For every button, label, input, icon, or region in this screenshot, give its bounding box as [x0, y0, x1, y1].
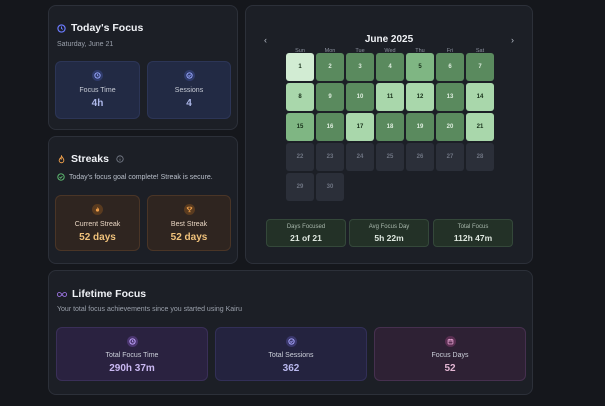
current-streak-label: Current Streak — [74, 221, 121, 228]
focus-days-tile: Focus Days 52 — [374, 327, 526, 381]
info-icon[interactable] — [116, 155, 124, 163]
best-streak-label: Best Streak — [170, 221, 208, 228]
infinity-icon — [57, 291, 67, 297]
calendar-day[interactable]: 9 — [316, 83, 344, 111]
prev-month-button[interactable]: ‹ — [264, 35, 267, 45]
calendar-stat-label: Total Focus — [457, 223, 489, 230]
focus-time-value: 4h — [91, 98, 104, 109]
sessions-value: 4 — [186, 98, 192, 109]
calendar-icon — [444, 336, 456, 347]
calendar-day[interactable]: 26 — [406, 143, 434, 171]
calendar-day[interactable]: 15 — [286, 113, 314, 141]
streaks-title: Streaks — [57, 153, 124, 165]
calendar-stat: Avg Focus Day 5h 22m — [349, 219, 429, 247]
todays-focus-heading: Today's Focus — [71, 22, 144, 34]
total-focus-time-tile: Total Focus Time 290h 37m — [56, 327, 208, 381]
calendar-day[interactable]: 10 — [346, 83, 374, 111]
calendar-day[interactable]: 8 — [286, 83, 314, 111]
total-focus-time-value: 290h 37m — [109, 363, 155, 374]
calendar-day[interactable]: 27 — [436, 143, 464, 171]
next-month-button[interactable]: › — [511, 35, 514, 45]
lifetime-heading: Lifetime Focus — [72, 288, 147, 300]
lifetime-focus-card: Lifetime Focus Your total focus achievem… — [48, 270, 533, 395]
calendar-day[interactable]: 19 — [406, 113, 434, 141]
best-streak-value: 52 days — [170, 232, 208, 243]
calendar-day[interactable]: 16 — [316, 113, 344, 141]
todays-focus-card: Today's Focus Saturday, June 21 Focus Ti… — [48, 5, 238, 130]
calendar-day[interactable]: 24 — [346, 143, 374, 171]
streaks-card: Streaks Today's focus goal complete! Str… — [48, 136, 238, 264]
calendar-day[interactable]: 5 — [406, 53, 434, 81]
check-circle-icon — [183, 70, 195, 81]
today-date: Saturday, June 21 — [57, 41, 114, 48]
total-sessions-label: Total Sessions — [268, 352, 314, 359]
calendar-day[interactable]: 28 — [466, 143, 494, 171]
best-streak-tile: Best Streak 52 days — [147, 195, 231, 251]
flame-icon — [92, 204, 103, 215]
calendar-stat-value: 5h 22m — [374, 232, 404, 243]
sessions-tile: Sessions 4 — [147, 61, 231, 119]
calendar-day[interactable]: 14 — [466, 83, 494, 111]
calendar-day[interactable]: 29 — [286, 173, 314, 201]
calendar-day[interactable]: 13 — [436, 83, 464, 111]
streaks-heading: Streaks — [71, 153, 109, 165]
calendar-stat-label: Avg Focus Day — [368, 223, 410, 230]
clock-icon — [92, 70, 103, 81]
calendar-month-title: June 2025 — [364, 34, 414, 45]
current-streak-value: 52 days — [79, 232, 116, 243]
focus-days-value: 52 — [444, 363, 456, 374]
clock-icon — [57, 23, 66, 33]
total-focus-time-label: Total Focus Time — [105, 352, 159, 359]
flame-icon — [58, 154, 65, 163]
check-circle-icon — [57, 173, 65, 181]
focus-days-label: Focus Days — [431, 352, 469, 359]
lifetime-subtitle: Your total focus achievements since you … — [57, 306, 242, 313]
calendar-day[interactable]: 6 — [436, 53, 464, 81]
calendar-stat: Days Focused 21 of 21 — [266, 219, 346, 247]
calendar-stat: Total Focus 112h 47m — [433, 219, 513, 247]
todays-focus-title: Today's Focus — [57, 22, 143, 34]
calendar-day[interactable]: 25 — [376, 143, 404, 171]
sessions-label: Sessions — [174, 87, 204, 94]
calendar-day[interactable]: 30 — [316, 173, 344, 201]
calendar-day[interactable]: 12 — [406, 83, 434, 111]
calendar-stat-label: Days Focused — [286, 223, 326, 230]
calendar-day[interactable]: 22 — [286, 143, 314, 171]
trophy-icon — [183, 204, 195, 215]
calendar-day[interactable]: 2 — [316, 53, 344, 81]
calendar-day[interactable]: 11 — [376, 83, 404, 111]
calendar-day[interactable]: 4 — [376, 53, 404, 81]
check-circle-icon — [285, 336, 297, 347]
focus-time-label: Focus Time — [79, 87, 116, 94]
calendar-day[interactable]: 21 — [466, 113, 494, 141]
calendar-stat-value: 21 of 21 — [290, 232, 322, 243]
streak-status: Today's focus goal complete! Streak is s… — [57, 173, 213, 181]
calendar-card: ‹ June 2025 › Sun Mon Tue Wed Thu Fri Sat 1 2 3 4 5… — [245, 5, 533, 264]
calendar-day[interactable]: 7 — [466, 53, 494, 81]
calendar-day[interactable]: 1 — [286, 53, 314, 81]
lifetime-title: Lifetime Focus — [57, 288, 146, 300]
clock-icon — [126, 336, 138, 347]
focus-time-tile: Focus Time 4h — [55, 61, 140, 119]
total-sessions-value: 362 — [282, 363, 300, 374]
streak-message: Today's focus goal complete! Streak is s… — [69, 173, 213, 181]
calendar-stat-value: 112h 47m — [453, 232, 493, 243]
calendar-header: ‹ June 2025 › — [246, 34, 532, 45]
calendar-day[interactable]: 3 — [346, 53, 374, 81]
calendar-day[interactable]: 20 — [436, 113, 464, 141]
total-sessions-tile: Total Sessions 362 — [215, 327, 367, 381]
calendar-day[interactable]: 23 — [316, 143, 344, 171]
current-streak-tile: Current Streak 52 days — [55, 195, 140, 251]
calendar-day[interactable]: 18 — [376, 113, 404, 141]
calendar-day[interactable]: 17 — [346, 113, 374, 141]
